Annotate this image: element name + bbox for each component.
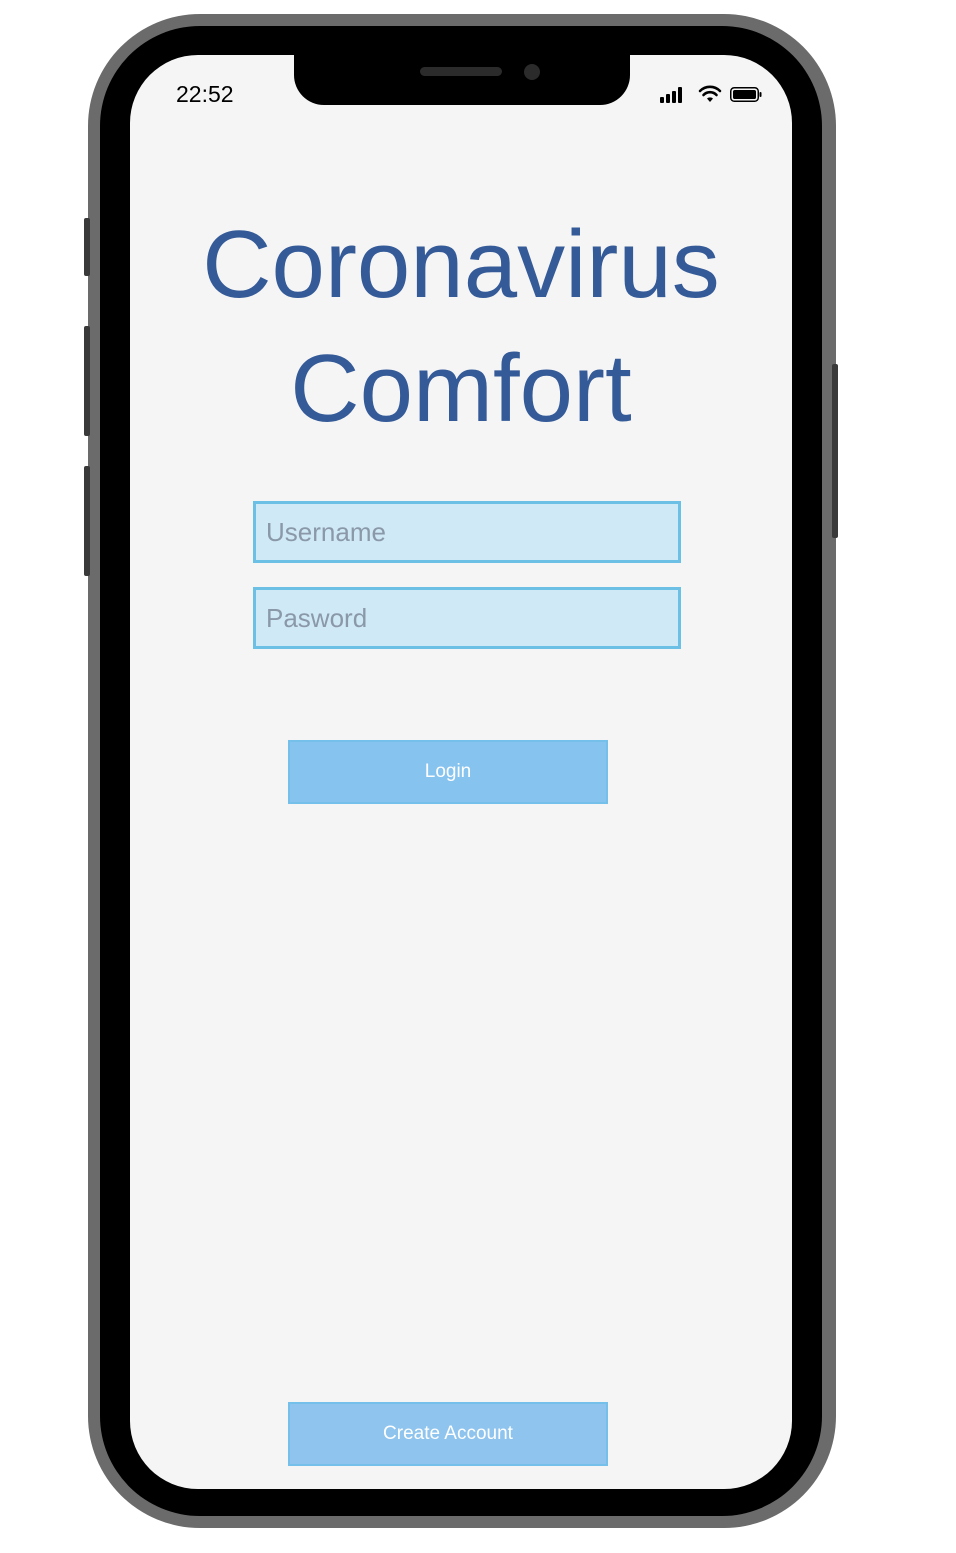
volume-down-button <box>84 466 90 576</box>
volume-up-button <box>84 326 90 436</box>
login-button[interactable]: Login <box>288 740 608 804</box>
create-account-button[interactable]: Create Account <box>288 1402 608 1466</box>
speaker-grille <box>420 67 502 76</box>
app-title: Coronavirus Comfort <box>130 203 792 451</box>
app-title-line1: Coronavirus <box>202 211 720 319</box>
cellular-signal-icon <box>660 87 686 103</box>
power-button <box>832 364 838 538</box>
wifi-icon <box>698 85 722 102</box>
front-camera <box>524 64 540 80</box>
mute-switch <box>84 218 90 276</box>
status-icons <box>660 83 770 105</box>
battery-icon <box>730 87 762 102</box>
app-title-line2: Comfort <box>290 335 632 443</box>
notch <box>294 55 630 105</box>
phone-screen: 22:52 Coronavirus Comfort Login Create A… <box>130 55 792 1489</box>
username-input[interactable] <box>253 501 681 563</box>
status-time: 22:52 <box>176 81 234 107</box>
password-input[interactable] <box>253 587 681 649</box>
